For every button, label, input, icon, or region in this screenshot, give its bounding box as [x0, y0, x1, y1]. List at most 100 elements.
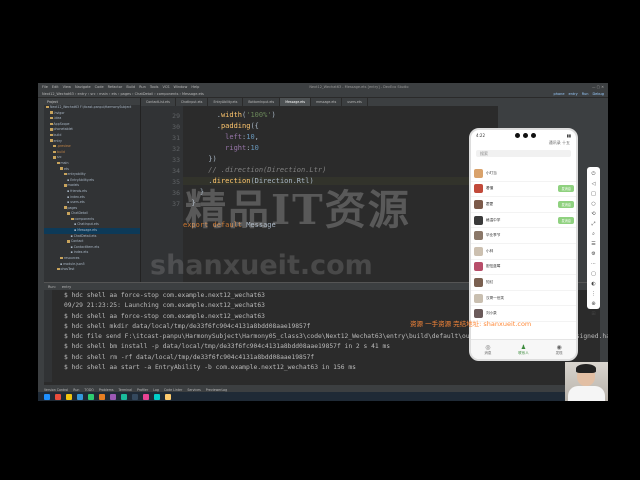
- taskbar-app-icon[interactable]: [99, 393, 105, 400]
- menu-item[interactable]: Window: [174, 85, 188, 89]
- tab-icon: ♟: [520, 343, 527, 351]
- emulator-tool-icon[interactable]: ⌕: [592, 231, 595, 237]
- phone-tab[interactable]: ◉ 发现: [556, 344, 563, 356]
- toolbar-item[interactable]: entry: [569, 92, 578, 96]
- emulator-tool-icon[interactable]: □: [591, 191, 596, 197]
- emulator-tool-icon[interactable]: ⋯: [591, 261, 596, 267]
- emulator-tool-icon[interactable]: ⚙: [591, 251, 595, 257]
- window-controls[interactable]: — ▢ ✕: [592, 85, 604, 89]
- bottom-tool-tab[interactable]: Code Linter: [164, 388, 182, 392]
- toolbar-item[interactable]: Debug: [592, 92, 604, 96]
- phone-tab[interactable]: ◎ 消息: [484, 344, 491, 356]
- contact-item[interactable]: 小林: [471, 244, 576, 260]
- editor-tab[interactable]: ChatInput.ets: [176, 98, 209, 106]
- menu-item[interactable]: VCS: [162, 85, 169, 89]
- send-message-button[interactable]: 发消息: [558, 185, 574, 193]
- emulator-tool-icon[interactable]: ⊕: [591, 301, 595, 307]
- tree-item-label: entry: [53, 138, 62, 143]
- taskbar-app-icon[interactable]: [88, 393, 94, 400]
- project-panel-header[interactable]: Project: [44, 98, 140, 105]
- bottom-tool-tab[interactable]: Problems: [99, 388, 114, 392]
- phone-tab[interactable]: ♟ 联系人: [518, 344, 529, 356]
- editor-tab[interactable]: users.ets: [342, 98, 368, 106]
- tree-item-label: index.ets: [70, 194, 85, 199]
- editor-tab[interactable]: message.ets: [311, 98, 343, 106]
- code-line: .padding({: [183, 122, 259, 130]
- emulator-tool-icon[interactable]: ○: [591, 201, 595, 207]
- emulator-tool-icon[interactable]: ⊞: [591, 311, 595, 317]
- menu-item[interactable]: Refactor: [108, 85, 123, 89]
- emulator-tool-icon[interactable]: ⋮: [591, 291, 596, 297]
- emulator-tool-icon[interactable]: ⤢: [591, 221, 595, 227]
- contact-item[interactable]: 格温中学 发消息: [471, 213, 576, 229]
- bottom-tool-tab[interactable]: Profiler: [137, 388, 148, 392]
- contact-item[interactable]: 汉哥一世笑: [471, 291, 576, 307]
- bottom-tool-tab[interactable]: PreviewerLog: [206, 388, 227, 392]
- send-message-button[interactable]: 发消息: [558, 216, 574, 224]
- console-toolbar[interactable]: [44, 290, 52, 382]
- menu-item[interactable]: Build: [126, 85, 135, 89]
- tree-folder[interactable]: ohosTest: [44, 267, 140, 273]
- taskbar-app-icon[interactable]: [55, 393, 61, 400]
- taskbar-app-icon[interactable]: [165, 393, 171, 400]
- taskbar-app-icon[interactable]: [110, 393, 116, 400]
- editor-tab[interactable]: ContactList.ets: [141, 98, 176, 106]
- tree-item-label: ChatDetail: [71, 211, 88, 216]
- contact-item[interactable]: 看懂 发消息: [471, 182, 576, 198]
- menu-item[interactable]: Run: [139, 85, 146, 89]
- console-tab[interactable]: Run:: [48, 285, 56, 289]
- menu-item[interactable]: Help: [191, 85, 199, 89]
- taskbar-app-icon[interactable]: [44, 393, 50, 400]
- contact-item[interactable]: 知幻: [471, 275, 576, 291]
- taskbar-app-icon[interactable]: [77, 393, 83, 400]
- editor-tab[interactable]: BottomInput.ets: [243, 98, 281, 106]
- emulator-tool-icon[interactable]: ◐: [591, 281, 595, 287]
- code-token: export default: [183, 221, 247, 229]
- taskbar-app-icon[interactable]: [154, 393, 160, 400]
- bottom-tool-tab[interactable]: Run: [73, 388, 79, 392]
- menu-item[interactable]: Code: [95, 85, 104, 89]
- editor-tab[interactable]: Message.ets: [280, 98, 312, 106]
- menu-item[interactable]: File: [42, 85, 48, 89]
- toolbar-item[interactable]: Run: [582, 92, 589, 96]
- right-tool-strip[interactable]: [600, 98, 608, 385]
- bottom-tool-tab[interactable]: TODO: [84, 388, 93, 392]
- emulator-tool-icon[interactable]: ⏻: [592, 171, 596, 177]
- taskbar-app-icon[interactable]: [132, 393, 138, 400]
- contact-item[interactable]: 胆怯蓝莓: [471, 260, 576, 276]
- phone-search-input[interactable]: 搜索: [476, 150, 571, 157]
- contact-avatar: [474, 168, 483, 178]
- send-message-button[interactable]: 发消息: [558, 200, 574, 208]
- bottom-tool-tab[interactable]: Version Control: [44, 388, 68, 392]
- bottom-tool-tab[interactable]: Terminal: [119, 388, 132, 392]
- contact-item[interactable]: 毕业季节: [471, 228, 576, 244]
- folder-icon: [70, 217, 74, 221]
- toolbar-item[interactable]: phone: [554, 92, 565, 96]
- project-tree: Next12_Wechat63 F:\itcast-panpu\HarmonyS…: [44, 105, 140, 273]
- folder-icon: [63, 206, 67, 209]
- emulator-tool-icon[interactable]: ▢: [591, 271, 596, 277]
- taskbar-app-icon[interactable]: [121, 393, 127, 400]
- menu-item[interactable]: Tools: [150, 85, 159, 89]
- menu-item[interactable]: Navigate: [75, 85, 91, 89]
- contact-item[interactable]: 霍霍 发消息: [471, 197, 576, 213]
- menu-item[interactable]: View: [63, 85, 71, 89]
- emulator-tool-icon[interactable]: ☰: [591, 241, 595, 247]
- contact-item[interactable]: 刘小泉: [471, 306, 576, 322]
- code-editor[interactable]: .width('100%') .padding({ left:10, right…: [183, 106, 498, 282]
- bottom-tool-tab[interactable]: Services: [187, 388, 200, 392]
- tree-item-label: AppScope: [53, 121, 70, 126]
- contact-item[interactable]: 小叮当: [471, 166, 576, 182]
- line-number: 30: [172, 123, 180, 131]
- emulator-tool-icon[interactable]: ◁: [592, 181, 596, 187]
- taskbar-app-icon[interactable]: [143, 393, 149, 400]
- phone-emulator[interactable]: 4:22 ▮▮ 通讯录 十五 搜索 小叮当 看懂 发消息 霍霍 发消息 格温中学 发消息 毕业…: [469, 128, 578, 361]
- menu-item[interactable]: Edit: [52, 85, 59, 89]
- console-line: $ hdc shell aa start -a EntryAbility -b …: [64, 364, 356, 372]
- bottom-tool-tab[interactable]: Log: [153, 388, 159, 392]
- taskbar-app-icon[interactable]: [66, 393, 72, 400]
- code-token: padding: [220, 122, 251, 130]
- emulator-tool-icon[interactable]: ⟲: [591, 211, 595, 217]
- editor-tab[interactable]: EntryAbility.ets: [208, 98, 244, 106]
- console-tab[interactable]: entry: [62, 285, 71, 289]
